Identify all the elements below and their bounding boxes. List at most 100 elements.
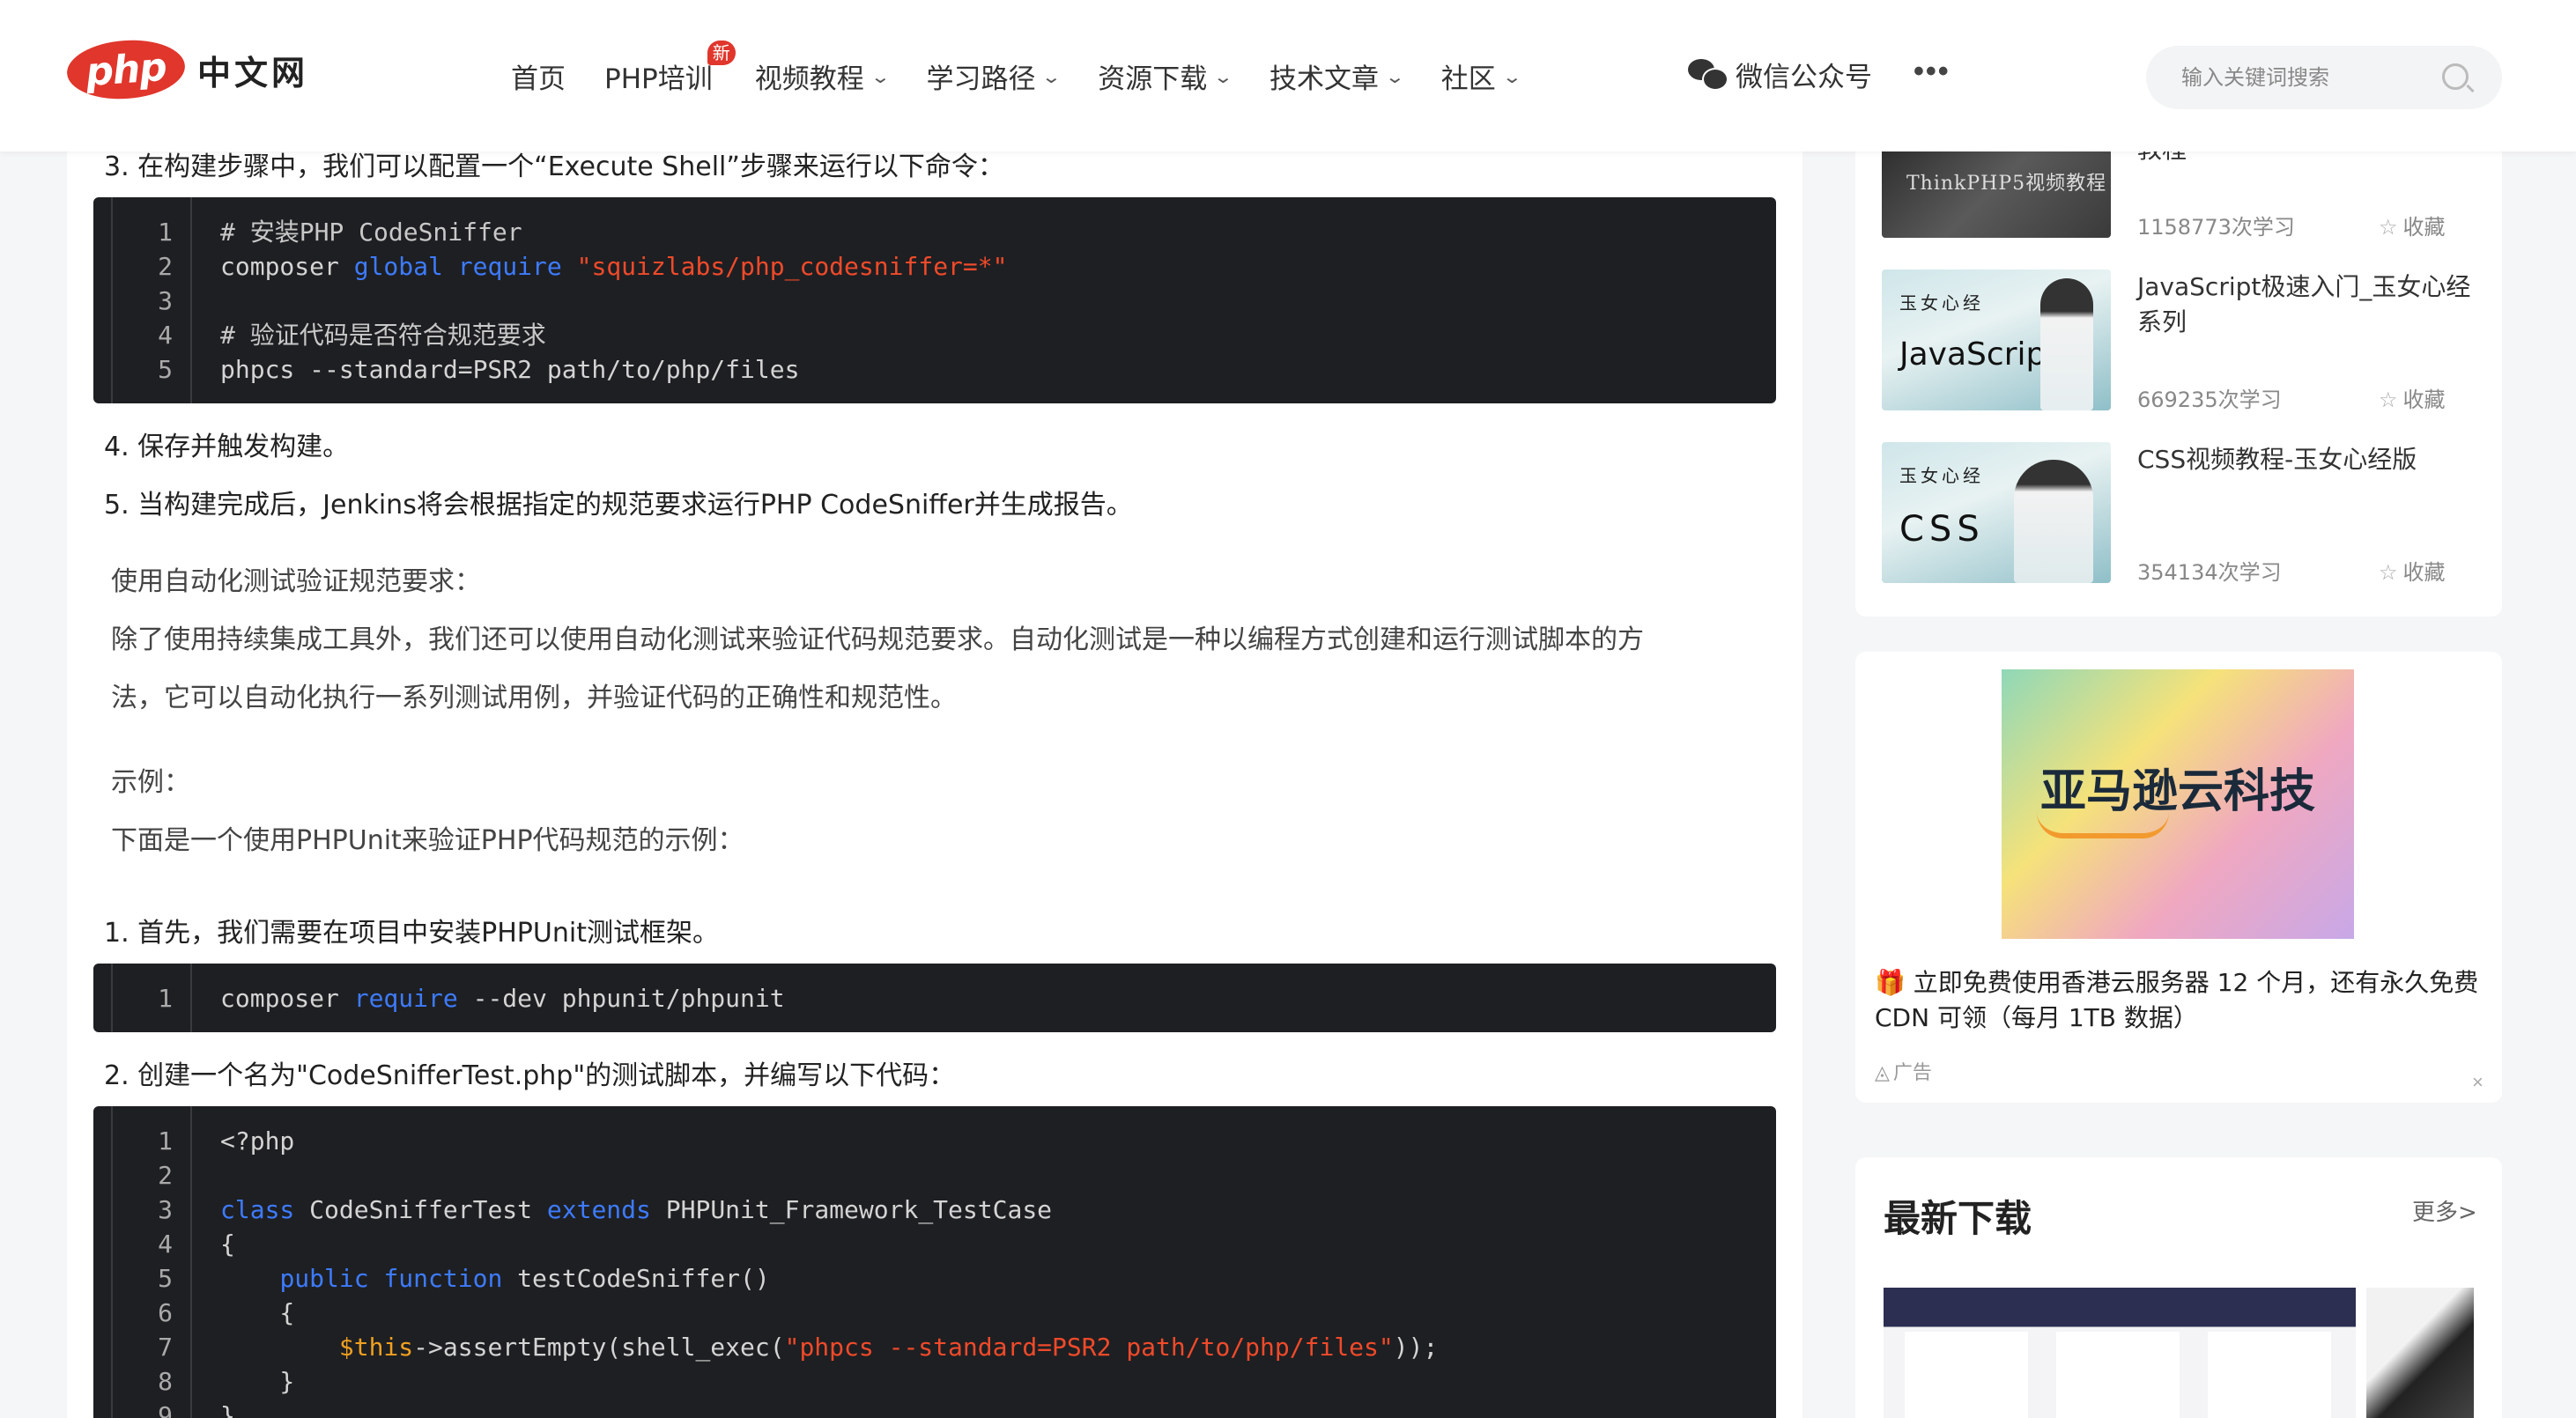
thumbnail-panel: [2056, 1332, 2180, 1418]
example-step-2: 2. 创建一个名为"CodeSnifferTest.php"的测试脚本，并编写以…: [104, 1060, 956, 1091]
auto-test-line-2: 法，它可以自动化执行一系列测试用例，并验证代码的正确性和规范性。: [111, 683, 957, 713]
site-logo[interactable]: php 中文网: [64, 36, 309, 103]
line-number: 5: [158, 1264, 173, 1293]
step-5-text: 5. 当构建完成后，Jenkins将会根据指定的规范要求运行PHP CodeSn…: [104, 490, 1133, 521]
favorite-button[interactable]: ☆ 收藏: [2379, 555, 2446, 586]
ad-close-icon[interactable]: ×: [2472, 1071, 2483, 1094]
chevron-down-icon: ⌄: [1501, 65, 1522, 87]
star-icon: ☆: [2379, 215, 2398, 240]
logo-badge: php: [64, 36, 188, 103]
line-number: 4: [158, 321, 173, 350]
ad-label: ◬ 广告: [1875, 1062, 1932, 1084]
ad-banner[interactable]: 亚马逊云科技: [2002, 669, 2354, 939]
code-text: <?php: [220, 1126, 295, 1156]
code-gutter-divider: [190, 964, 192, 1032]
wechat-link[interactable]: 微信公众号: [1688, 55, 1872, 94]
line-number: 3: [158, 1195, 173, 1224]
code-text: # 验证代码是否符合规范要求: [220, 321, 546, 350]
code-gutter: [111, 964, 113, 1032]
code-text: composer global require "squizlabs/php_c…: [220, 252, 1008, 281]
code-text: composer require --dev phpunit/phpunit: [220, 984, 785, 1013]
nav-downloads[interactable]: 资源下载 ⌄: [1098, 56, 1233, 96]
line-number: 1: [158, 984, 173, 1013]
nav-video-tutorials[interactable]: 视频教程 ⌄: [755, 56, 891, 96]
downloads-title: 最新下载: [1884, 1197, 2032, 1240]
nav-tech-articles[interactable]: 技术文章 ⌄: [1269, 56, 1406, 96]
line-number: 7: [158, 1333, 173, 1362]
code-text: phpcs --standard=PSR2 path/to/php/files: [220, 355, 800, 384]
search-box[interactable]: [2146, 46, 2502, 109]
course-learners: 354134次学习: [2137, 560, 2282, 585]
code-text: # 安装PHP CodeSniffer: [220, 218, 522, 247]
downloads-card: 最新下载 更多>: [1855, 1157, 2502, 1418]
course-title[interactable]: JavaScript极速入门_玉女心经系列: [2137, 270, 2490, 340]
auto-test-heading: 使用自动化测试验证规范要求：: [111, 566, 481, 597]
download-thumbnail[interactable]: [2366, 1288, 2474, 1418]
line-number: 3: [158, 286, 173, 315]
favorite-button[interactable]: ☆ 收藏: [2379, 210, 2446, 240]
code-gutter-divider: [190, 1106, 192, 1418]
chevron-down-icon: ⌄: [1384, 65, 1406, 87]
ad-card: 亚马逊云科技 🎁 立即免费使用香港云服务器 12 个月，还有永久免费 CDN 可…: [1855, 652, 2502, 1103]
logo-text: 中文网: [197, 53, 309, 92]
nav-learning-path[interactable]: 学习路径 ⌄: [926, 56, 1062, 96]
line-number: 4: [158, 1230, 173, 1259]
course-thumbnail[interactable]: 玉女心经 CSS: [1882, 442, 2111, 583]
nav-php-training[interactable]: PHP培训新: [604, 41, 736, 96]
star-icon: ☆: [2379, 560, 2398, 585]
chevron-down-icon: ⌄: [870, 65, 891, 87]
example-description: 下面是一个使用PHPUnit来验证PHP代码规范的示例：: [111, 825, 744, 856]
example-heading: 示例：: [111, 767, 190, 798]
thumbnail-subtitle: 玉女心经: [1899, 292, 1984, 314]
thumbnail-text: ThinkPHP5视频教程: [1906, 173, 2107, 195]
ad-text[interactable]: 🎁 立即免费使用香港云服务器 12 个月，还有永久免费 CDN 可领（每月 1T…: [1875, 965, 2483, 1036]
course-learners: 669235次学习: [2137, 388, 2282, 412]
wechat-icon: [1688, 58, 1728, 91]
line-number: 5: [158, 355, 173, 384]
code-text: {: [220, 1298, 295, 1327]
thumbnail-text: JavaScript: [1899, 336, 2059, 373]
line-number: 9: [158, 1401, 173, 1418]
star-icon: ☆: [2379, 388, 2398, 412]
auto-test-line-1: 除了使用持续集成工具外，我们还可以使用自动化测试来验证代码规范要求。自动化测试是…: [111, 624, 1644, 655]
thumbnail-text: CSS: [1899, 509, 1985, 550]
code-text: }: [220, 1367, 295, 1396]
more-menu-icon[interactable]: •••: [1913, 55, 1951, 89]
article-body: 3. 在构建步骤中，我们可以配置一个“Execute Shell”步骤来运行以下…: [67, 0, 1802, 1418]
amazon-smile-icon: [2037, 812, 2169, 838]
code-text: $this->assertEmpty(shell_exec("phpcs --s…: [338, 1333, 1439, 1362]
thumbnail-figure: [2014, 460, 2093, 583]
downloads-more-link[interactable]: 更多>: [2412, 1194, 2477, 1227]
download-thumbnail[interactable]: [1884, 1288, 2356, 1418]
line-number: 8: [158, 1367, 173, 1396]
new-badge: 新: [707, 41, 736, 65]
code-gutter-divider: [190, 197, 192, 403]
nav-home[interactable]: 首页: [511, 56, 566, 96]
site-header: php 中文网 首页 PHP培训新 视频教程 ⌄ 学习路径 ⌄ 资源下载 ⌄ 技术文章…: [0, 0, 2576, 151]
thumbnail-figure: [2040, 278, 2093, 410]
line-number: 1: [158, 1126, 173, 1156]
code-text: public function testCodeSniffer(): [279, 1264, 770, 1293]
search-input[interactable]: [2181, 46, 2446, 109]
search-icon[interactable]: [2442, 63, 2469, 90]
code-block-codesniffer: 1 # 安装PHP CodeSniffer 2 composer global re…: [93, 197, 1776, 403]
step-4-text: 4. 保存并触发构建。: [104, 432, 350, 462]
nav-community[interactable]: 社区 ⌄: [1441, 56, 1522, 96]
line-number: 1: [158, 218, 173, 247]
example-step-1: 1. 首先，我们需要在项目中安装PHPUnit测试框架。: [104, 918, 719, 949]
favorite-button[interactable]: ☆ 收藏: [2379, 382, 2446, 413]
line-number: 6: [158, 1298, 173, 1327]
code-block-test-script: 1 <?php 2 3 class CodeSnifferTest extends …: [93, 1106, 1776, 1418]
course-thumbnail[interactable]: 玉女心经 JavaScript: [1882, 270, 2111, 410]
course-learners: 1158773次学习: [2137, 215, 2295, 240]
code-text: {: [220, 1230, 235, 1259]
code-text: class CodeSnifferTest extends PHPUnit_Fr…: [220, 1195, 1053, 1224]
course-title[interactable]: CSS视频教程-玉女心经版: [2137, 442, 2417, 477]
main-nav: 首页 PHP培训新 视频教程 ⌄ 学习路径 ⌄ 资源下载 ⌄ 技术文章 ⌄ 社区 ⌄: [511, 41, 1558, 96]
code-block-install-phpunit: 1 composer require --dev phpunit/phpunit: [93, 964, 1776, 1032]
code-gutter: [111, 1106, 113, 1418]
thumbnail-panel: [1905, 1332, 2028, 1418]
thumbnail-panel: [2208, 1332, 2331, 1418]
code-gutter: [111, 197, 113, 403]
code-text: }: [220, 1401, 235, 1418]
